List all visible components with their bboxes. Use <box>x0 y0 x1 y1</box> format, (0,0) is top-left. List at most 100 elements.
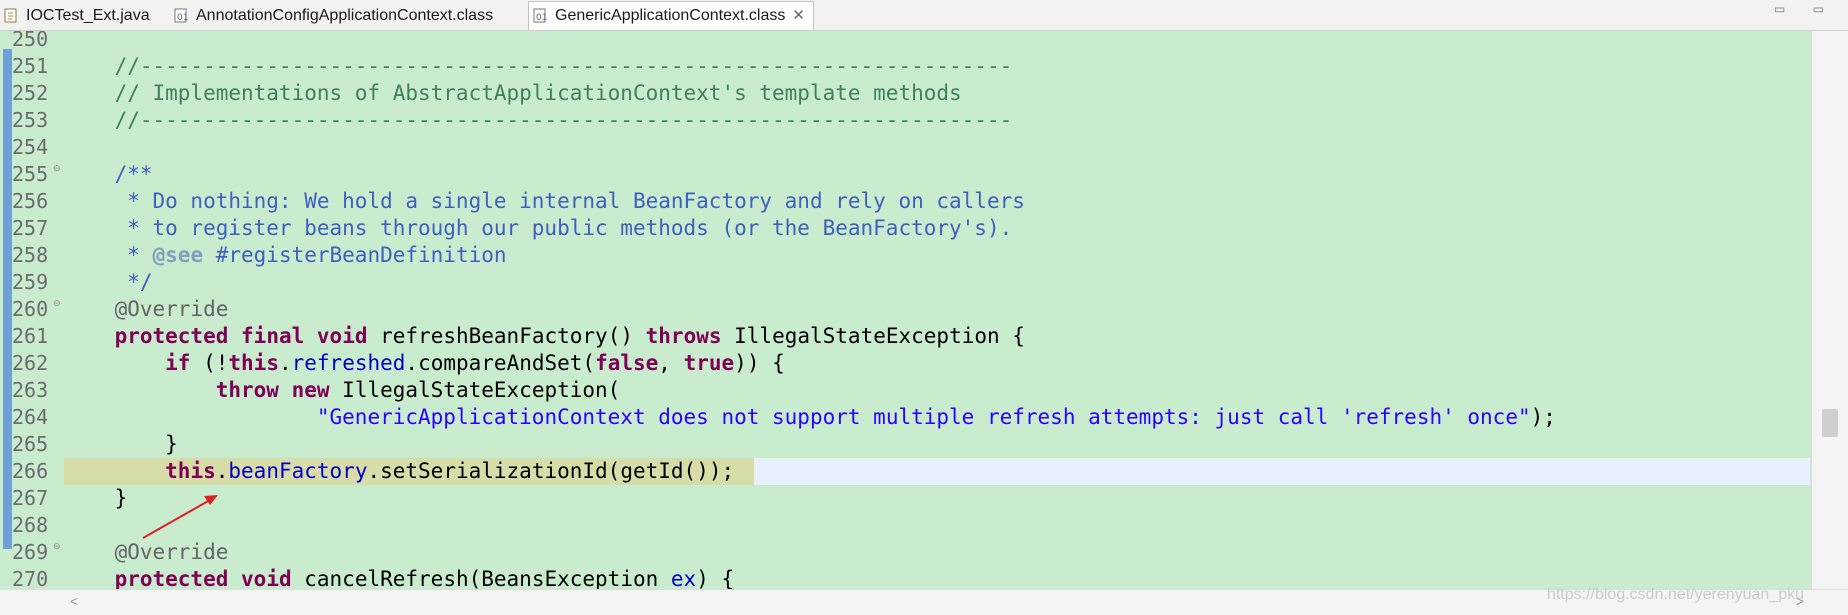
code-token: final <box>241 324 305 348</box>
line-number: 270 <box>12 567 49 589</box>
fold-icon[interactable]: ⊖ <box>53 163 61 174</box>
editor-tab-bar: IOCTest_Ext.java 01 AnnotationConfigAppl… <box>0 0 1848 31</box>
code-token: "GenericApplicationContext does not supp… <box>316 405 1531 429</box>
tab-annotationconfig[interactable]: 01 AnnotationConfigApplicationContext.cl… <box>170 2 528 29</box>
line-number: 258 <box>12 243 49 267</box>
line-number: 259 <box>12 270 49 294</box>
code-line[interactable]: * @see #registerBeanDefinition <box>64 242 507 269</box>
code-line[interactable]: */ <box>64 269 152 296</box>
code-token: beanFactory <box>228 459 368 483</box>
code-token: , <box>658 351 684 375</box>
code-token: true <box>683 351 735 375</box>
code-line[interactable]: } <box>64 431 178 458</box>
line-number: 267 <box>12 486 49 510</box>
tab-label: GenericApplicationContext.class <box>555 7 786 24</box>
line-number: 268 <box>12 513 49 537</box>
code-line[interactable]: throw new IllegalStateException( <box>64 377 621 404</box>
code-token: ex <box>670 567 697 589</box>
line-number: 251 <box>12 54 49 78</box>
line-number: 261 <box>12 324 49 348</box>
code-token: new <box>291 378 330 402</box>
quick-diff-ruler <box>0 31 12 589</box>
code-line[interactable]: //--------------------------------------… <box>64 53 1013 80</box>
class-file-icon: 01 <box>174 8 188 23</box>
code-line[interactable]: this.beanFactory.setSerializationId(getI… <box>64 458 754 485</box>
code-token: (! <box>190 351 229 375</box>
code-token: this <box>228 351 279 375</box>
code-token: //--------------------------------------… <box>64 54 1013 78</box>
code-line[interactable]: /** <box>64 161 153 188</box>
code-token: void <box>316 324 368 348</box>
close-icon[interactable]: ✕ <box>792 2 805 29</box>
line-number: 264 <box>12 405 49 429</box>
scroll-left-icon[interactable]: < <box>70 593 78 609</box>
tab-genericapplicationcontext[interactable]: 01 GenericApplicationContext.class ✕ <box>528 1 814 30</box>
code-token: if <box>165 351 191 375</box>
code-line[interactable]: } <box>64 485 128 512</box>
line-number: 253 <box>12 108 49 132</box>
code-token: .setSerializationId(getId()); <box>367 459 735 483</box>
code-token: ); <box>1530 405 1556 429</box>
line-number: 254 <box>12 135 49 159</box>
code-line[interactable]: // Implementations of AbstractApplicatio… <box>64 80 962 107</box>
code-token: * to register beans through our public m… <box>64 216 1013 240</box>
code-line[interactable]: //--------------------------------------… <box>64 107 1013 134</box>
code-token: protected <box>114 567 229 589</box>
code-token: } <box>64 486 128 510</box>
code-token: @Override <box>64 297 229 321</box>
code-area[interactable]: //--------------------------------------… <box>64 31 1810 589</box>
code-token: )) { <box>734 351 785 375</box>
vertical-scrollbar[interactable] <box>1811 31 1848 589</box>
code-token: @see <box>152 243 204 267</box>
code-line[interactable]: protected void cancelRefresh(BeansExcept… <box>64 566 735 589</box>
code-token: // Implementations of AbstractApplicatio… <box>64 81 962 105</box>
code-line[interactable]: "GenericApplicationContext does not supp… <box>64 404 1556 431</box>
code-token: IllegalStateException { <box>721 324 1025 348</box>
code-line[interactable]: if (!this.refreshed.compareAndSet(false,… <box>64 350 785 377</box>
code-token: #registerBeanDefinition <box>203 243 507 267</box>
quick-diff-marker <box>3 281 12 549</box>
line-number: 252 <box>12 81 49 105</box>
code-token: void <box>241 567 292 589</box>
code-token: .compareAndSet( <box>405 351 596 375</box>
code-line[interactable]: * Do nothing: We hold a single internal … <box>64 188 1025 215</box>
code-line[interactable]: @Override <box>64 296 229 323</box>
code-token: IllegalStateException( <box>329 378 621 402</box>
code-token: . <box>215 459 229 483</box>
line-number: 260 <box>12 297 49 321</box>
line-number: 263 <box>12 378 49 402</box>
code-editor[interactable]: //--------------------------------------… <box>0 31 1848 589</box>
watermark: https://blog.csdn.net/yerenyuan_pku <box>1546 586 1804 603</box>
svg-text:01: 01 <box>536 13 547 23</box>
line-number: 262 <box>12 351 49 375</box>
code-line[interactable]: @Override <box>64 539 229 566</box>
window-controls[interactable]: ▭ ▭ <box>1774 2 1836 16</box>
tab-label: AnnotationConfigApplicationContext.class <box>196 7 494 24</box>
fold-icon[interactable]: ⊖ <box>53 298 61 309</box>
line-number: 257 <box>12 216 49 240</box>
code-token: throws <box>645 324 722 348</box>
fold-icon[interactable]: ⊖ <box>53 541 61 552</box>
line-number: 256 <box>12 189 49 213</box>
line-number: 266 <box>12 459 49 483</box>
code-line[interactable]: protected final void refreshBeanFactory(… <box>64 323 1025 350</box>
line-number: 255 <box>12 162 49 186</box>
java-file-icon <box>4 8 17 23</box>
tab-ioctest-ext[interactable]: IOCTest_Ext.java <box>0 2 170 29</box>
line-number: 250 <box>12 31 49 51</box>
quick-diff-marker <box>3 49 12 281</box>
code-token: . <box>278 351 292 375</box>
code-token: refreshBeanFactory() <box>367 324 646 348</box>
code-token: this <box>165 459 216 483</box>
code-token: //--------------------------------------… <box>64 108 1013 132</box>
code-line[interactable]: * to register beans through our public m… <box>64 215 1012 242</box>
scrollbar-thumb[interactable] <box>1822 409 1838 437</box>
code-token: } <box>64 432 178 456</box>
